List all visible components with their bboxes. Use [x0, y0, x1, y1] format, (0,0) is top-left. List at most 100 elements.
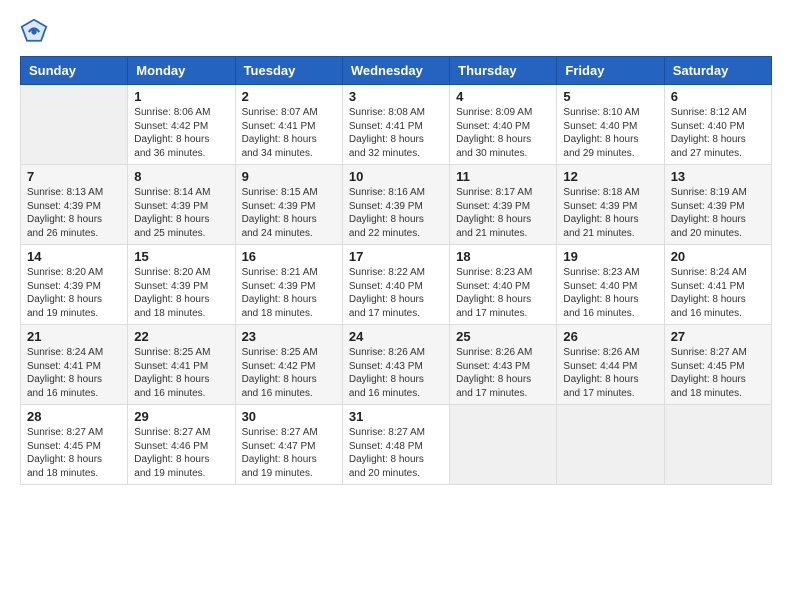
- day-info: Sunrise: 8:13 AM Sunset: 4:39 PM Dayligh…: [27, 186, 121, 240]
- calendar-cell: 22 Sunrise: 8:25 AM Sunset: 4:41 PM Dayli…: [128, 325, 235, 405]
- calendar-cell: 26 Sunrise: 8:26 AM Sunset: 4:44 PM Dayli…: [557, 325, 664, 405]
- calendar-cell: 28Sunrise: 8:27 AM Sunset: 4:45 PM Dayli…: [21, 405, 128, 485]
- calendar-cell: [21, 85, 128, 165]
- calendar-cell: 3 Sunrise: 8:08 AM Sunset: 4:41 PM Daylig…: [342, 85, 449, 165]
- col-header-saturday: Saturday: [664, 57, 771, 85]
- day-info: Sunrise: 8:25 AM Sunset: 4:42 PM Dayligh…: [242, 346, 336, 400]
- day-info: Sunrise: 8:09 AM Sunset: 4:40 PM Dayligh…: [456, 106, 550, 160]
- day-number: 3: [349, 89, 443, 104]
- day-number: 13: [671, 169, 765, 184]
- calendar-cell: 20 Sunrise: 8:24 AM Sunset: 4:41 PM Dayli…: [664, 245, 771, 325]
- day-info: Sunrise: 8:17 AM Sunset: 4:39 PM Dayligh…: [456, 186, 550, 240]
- day-info: Sunrise: 8:26 AM Sunset: 4:44 PM Dayligh…: [563, 346, 657, 400]
- col-header-monday: Monday: [128, 57, 235, 85]
- day-number: 26: [563, 329, 657, 344]
- calendar-cell: 18Sunrise: 8:23 AM Sunset: 4:40 PM Dayli…: [450, 245, 557, 325]
- day-number: 16: [242, 249, 336, 264]
- day-number: 1: [134, 89, 228, 104]
- calendar-cell: [664, 405, 771, 485]
- header: [20, 18, 772, 46]
- day-info: Sunrise: 8:25 AM Sunset: 4:41 PM Dayligh…: [134, 346, 228, 400]
- day-number: 24: [349, 329, 443, 344]
- day-number: 10: [349, 169, 443, 184]
- calendar-cell: 15Sunrise: 8:20 AM Sunset: 4:39 PM Dayli…: [128, 245, 235, 325]
- calendar-cell: 23 Sunrise: 8:25 AM Sunset: 4:42 PM Dayli…: [235, 325, 342, 405]
- calendar-cell: 21Sunrise: 8:24 AM Sunset: 4:41 PM Dayli…: [21, 325, 128, 405]
- day-number: 22: [134, 329, 228, 344]
- calendar-cell: 5 Sunrise: 8:10 AM Sunset: 4:40 PM Daylig…: [557, 85, 664, 165]
- calendar-cell: 1 Sunrise: 8:06 AM Sunset: 4:42 PM Daylig…: [128, 85, 235, 165]
- day-number: 25: [456, 329, 550, 344]
- calendar-cell: 4 Sunrise: 8:09 AM Sunset: 4:40 PM Daylig…: [450, 85, 557, 165]
- calendar-cell: 11 Sunrise: 8:17 AM Sunset: 4:39 PM Dayli…: [450, 165, 557, 245]
- calendar-cell: 31 Sunrise: 8:27 AM Sunset: 4:48 PM Dayli…: [342, 405, 449, 485]
- calendar-cell: 29 Sunrise: 8:27 AM Sunset: 4:46 PM Dayli…: [128, 405, 235, 485]
- day-number: 6: [671, 89, 765, 104]
- day-info: Sunrise: 8:06 AM Sunset: 4:42 PM Dayligh…: [134, 106, 228, 160]
- day-number: 23: [242, 329, 336, 344]
- day-number: 19: [563, 249, 657, 264]
- week-row-2: 7 Sunrise: 8:13 AM Sunset: 4:39 PM Daylig…: [21, 165, 772, 245]
- calendar-cell: [450, 405, 557, 485]
- day-info: Sunrise: 8:27 AM Sunset: 4:46 PM Dayligh…: [134, 426, 228, 480]
- calendar-header-row: SundayMondayTuesdayWednesdayThursdayFrid…: [21, 57, 772, 85]
- calendar-cell: 16Sunrise: 8:21 AM Sunset: 4:39 PM Dayli…: [235, 245, 342, 325]
- calendar-cell: 27Sunrise: 8:27 AM Sunset: 4:45 PM Dayli…: [664, 325, 771, 405]
- day-info: Sunrise: 8:24 AM Sunset: 4:41 PM Dayligh…: [671, 266, 765, 320]
- day-number: 7: [27, 169, 121, 184]
- col-header-friday: Friday: [557, 57, 664, 85]
- day-number: 12: [563, 169, 657, 184]
- col-header-thursday: Thursday: [450, 57, 557, 85]
- day-info: Sunrise: 8:27 AM Sunset: 4:48 PM Dayligh…: [349, 426, 443, 480]
- day-number: 30: [242, 409, 336, 424]
- calendar-cell: 9 Sunrise: 8:15 AM Sunset: 4:39 PM Daylig…: [235, 165, 342, 245]
- day-number: 4: [456, 89, 550, 104]
- day-info: Sunrise: 8:26 AM Sunset: 4:43 PM Dayligh…: [349, 346, 443, 400]
- calendar-cell: 10 Sunrise: 8:16 AM Sunset: 4:39 PM Dayli…: [342, 165, 449, 245]
- week-row-4: 21Sunrise: 8:24 AM Sunset: 4:41 PM Dayli…: [21, 325, 772, 405]
- col-header-tuesday: Tuesday: [235, 57, 342, 85]
- calendar-cell: 30 Sunrise: 8:27 AM Sunset: 4:47 PM Dayli…: [235, 405, 342, 485]
- col-header-sunday: Sunday: [21, 57, 128, 85]
- day-info: Sunrise: 8:27 AM Sunset: 4:45 PM Dayligh…: [27, 426, 121, 480]
- calendar-cell: 19 Sunrise: 8:23 AM Sunset: 4:40 PM Dayli…: [557, 245, 664, 325]
- day-number: 5: [563, 89, 657, 104]
- calendar-cell: 2 Sunrise: 8:07 AM Sunset: 4:41 PM Daylig…: [235, 85, 342, 165]
- day-number: 9: [242, 169, 336, 184]
- day-info: Sunrise: 8:23 AM Sunset: 4:40 PM Dayligh…: [563, 266, 657, 320]
- calendar-cell: [557, 405, 664, 485]
- day-number: 14: [27, 249, 121, 264]
- day-info: Sunrise: 8:27 AM Sunset: 4:47 PM Dayligh…: [242, 426, 336, 480]
- week-row-1: 1 Sunrise: 8:06 AM Sunset: 4:42 PM Daylig…: [21, 85, 772, 165]
- day-number: 29: [134, 409, 228, 424]
- calendar-cell: 25 Sunrise: 8:26 AM Sunset: 4:43 PM Dayli…: [450, 325, 557, 405]
- page: SundayMondayTuesdayWednesdayThursdayFrid…: [0, 0, 792, 612]
- calendar-cell: 13 Sunrise: 8:19 AM Sunset: 4:39 PM Dayli…: [664, 165, 771, 245]
- calendar-table: SundayMondayTuesdayWednesdayThursdayFrid…: [20, 56, 772, 485]
- day-info: Sunrise: 8:07 AM Sunset: 4:41 PM Dayligh…: [242, 106, 336, 160]
- day-info: Sunrise: 8:12 AM Sunset: 4:40 PM Dayligh…: [671, 106, 765, 160]
- day-number: 18: [456, 249, 550, 264]
- day-number: 17: [349, 249, 443, 264]
- day-info: Sunrise: 8:14 AM Sunset: 4:39 PM Dayligh…: [134, 186, 228, 240]
- day-info: Sunrise: 8:19 AM Sunset: 4:39 PM Dayligh…: [671, 186, 765, 240]
- day-info: Sunrise: 8:15 AM Sunset: 4:39 PM Dayligh…: [242, 186, 336, 240]
- day-info: Sunrise: 8:26 AM Sunset: 4:43 PM Dayligh…: [456, 346, 550, 400]
- day-number: 20: [671, 249, 765, 264]
- day-number: 2: [242, 89, 336, 104]
- day-info: Sunrise: 8:22 AM Sunset: 4:40 PM Dayligh…: [349, 266, 443, 320]
- week-row-3: 14 Sunrise: 8:20 AM Sunset: 4:39 PM Dayli…: [21, 245, 772, 325]
- day-info: Sunrise: 8:20 AM Sunset: 4:39 PM Dayligh…: [134, 266, 228, 320]
- day-number: 21: [27, 329, 121, 344]
- calendar-cell: 8 Sunrise: 8:14 AM Sunset: 4:39 PM Daylig…: [128, 165, 235, 245]
- day-info: Sunrise: 8:08 AM Sunset: 4:41 PM Dayligh…: [349, 106, 443, 160]
- day-info: Sunrise: 8:10 AM Sunset: 4:40 PM Dayligh…: [563, 106, 657, 160]
- day-number: 27: [671, 329, 765, 344]
- day-number: 31: [349, 409, 443, 424]
- logo-icon: [20, 18, 48, 46]
- calendar-cell: 14 Sunrise: 8:20 AM Sunset: 4:39 PM Dayli…: [21, 245, 128, 325]
- day-info: Sunrise: 8:16 AM Sunset: 4:39 PM Dayligh…: [349, 186, 443, 240]
- day-number: 11: [456, 169, 550, 184]
- day-number: 8: [134, 169, 228, 184]
- day-info: Sunrise: 8:20 AM Sunset: 4:39 PM Dayligh…: [27, 266, 121, 320]
